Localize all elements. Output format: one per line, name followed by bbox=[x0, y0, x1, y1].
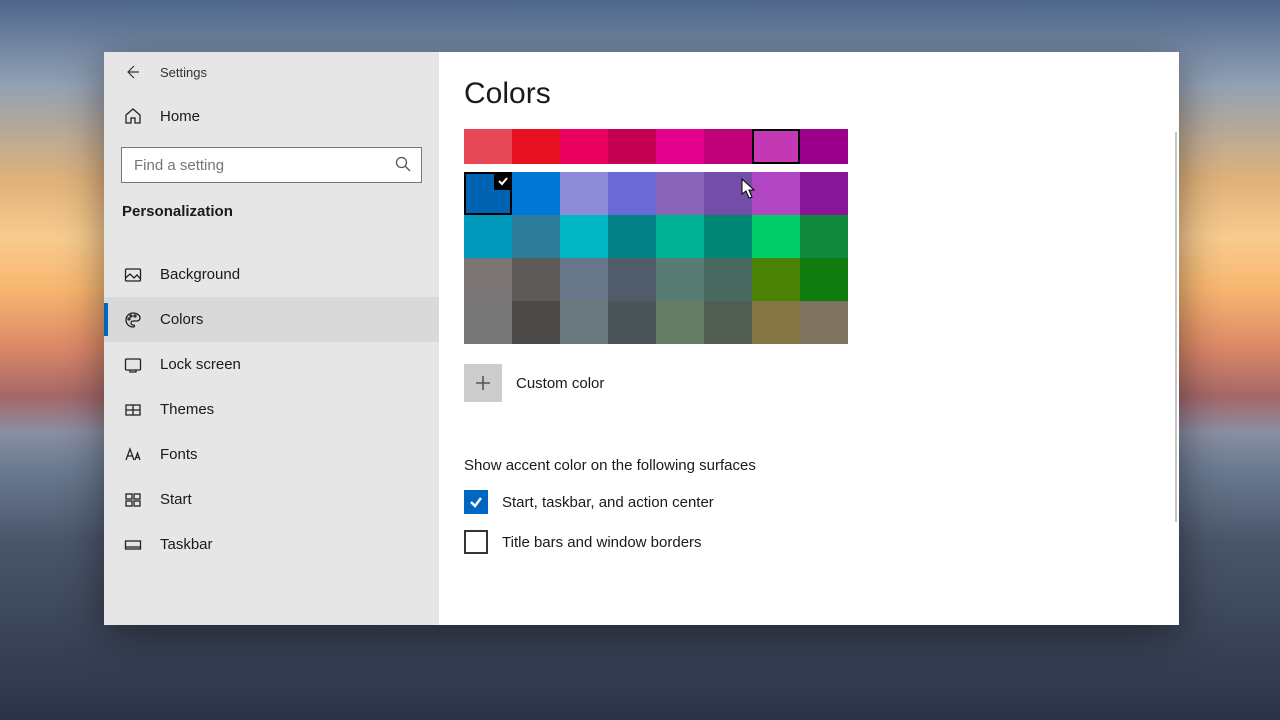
nav-label: Taskbar bbox=[160, 536, 213, 553]
checkbox-title-bars[interactable]: Title bars and window borders bbox=[464, 530, 1179, 554]
color-swatch[interactable] bbox=[800, 172, 848, 215]
color-swatch[interactable] bbox=[752, 172, 800, 215]
nav-item-fonts[interactable]: Fonts bbox=[104, 432, 439, 477]
color-swatch[interactable] bbox=[656, 258, 704, 301]
desktop-wallpaper: Settings Home Personalization Background bbox=[0, 0, 1280, 720]
page-title: Colors bbox=[464, 77, 1179, 111]
color-swatch[interactable] bbox=[704, 172, 752, 215]
lock-screen-icon bbox=[124, 356, 142, 374]
checkbox-icon bbox=[464, 530, 488, 554]
search-icon bbox=[395, 156, 411, 176]
color-swatch[interactable] bbox=[560, 301, 608, 344]
custom-color-label: Custom color bbox=[516, 375, 604, 392]
color-swatch[interactable] bbox=[800, 129, 848, 164]
palette-icon bbox=[124, 311, 142, 329]
color-swatch[interactable] bbox=[704, 301, 752, 344]
nav-label: Themes bbox=[160, 401, 214, 418]
nav-label: Start bbox=[160, 491, 192, 508]
color-swatch[interactable] bbox=[656, 172, 704, 215]
nav-label: Lock screen bbox=[160, 356, 241, 373]
picture-icon bbox=[124, 266, 142, 284]
color-swatch[interactable] bbox=[560, 172, 608, 215]
nav-item-lock-screen[interactable]: Lock screen bbox=[104, 342, 439, 387]
sidebar: Settings Home Personalization Background bbox=[104, 52, 439, 625]
nav-label: Background bbox=[160, 266, 240, 283]
color-swatch[interactable] bbox=[704, 215, 752, 258]
back-button[interactable] bbox=[124, 52, 160, 92]
fonts-icon bbox=[124, 446, 142, 464]
custom-color-row[interactable]: Custom color bbox=[464, 364, 1179, 402]
color-swatch[interactable] bbox=[800, 258, 848, 301]
themes-icon bbox=[124, 401, 142, 419]
color-swatch[interactable] bbox=[512, 129, 560, 164]
nav-item-taskbar[interactable]: Taskbar bbox=[104, 522, 439, 567]
color-swatch[interactable] bbox=[608, 301, 656, 344]
color-swatch[interactable] bbox=[608, 172, 656, 215]
nav-label: Colors bbox=[160, 311, 203, 328]
color-swatch[interactable] bbox=[800, 301, 848, 344]
nav-item-colors[interactable]: Colors bbox=[104, 297, 439, 342]
color-swatch[interactable] bbox=[752, 258, 800, 301]
color-swatch[interactable] bbox=[512, 215, 560, 258]
category-label: Personalization bbox=[104, 183, 439, 224]
color-swatch[interactable] bbox=[464, 172, 512, 215]
color-swatch[interactable] bbox=[608, 129, 656, 164]
home-link[interactable]: Home bbox=[104, 92, 439, 140]
settings-window: Settings Home Personalization Background bbox=[104, 52, 1179, 625]
color-swatch[interactable] bbox=[704, 258, 752, 301]
color-swatch[interactable] bbox=[656, 129, 704, 164]
color-swatch[interactable] bbox=[464, 301, 512, 344]
nav-item-themes[interactable]: Themes bbox=[104, 387, 439, 432]
home-label: Home bbox=[160, 108, 200, 125]
color-swatch[interactable] bbox=[464, 215, 512, 258]
color-swatch[interactable] bbox=[512, 172, 560, 215]
nav-label: Fonts bbox=[160, 446, 198, 463]
color-swatch[interactable] bbox=[608, 215, 656, 258]
nav-item-start[interactable]: Start bbox=[104, 477, 439, 522]
title-bar: Settings bbox=[104, 52, 439, 92]
custom-color-button[interactable] bbox=[464, 364, 502, 402]
color-swatch[interactable] bbox=[512, 301, 560, 344]
scrollbar[interactable] bbox=[1175, 132, 1177, 522]
start-icon bbox=[124, 491, 142, 509]
nav-list: Background Colors Lock screen Themes Fon… bbox=[104, 252, 439, 567]
color-swatch[interactable] bbox=[752, 129, 800, 164]
color-swatch[interactable] bbox=[512, 258, 560, 301]
color-swatch[interactable] bbox=[560, 258, 608, 301]
nav-item-background[interactable]: Background bbox=[104, 252, 439, 297]
color-swatch[interactable] bbox=[608, 258, 656, 301]
taskbar-icon bbox=[124, 536, 142, 554]
color-swatch[interactable] bbox=[704, 129, 752, 164]
color-swatch[interactable] bbox=[656, 301, 704, 344]
search-box[interactable] bbox=[121, 147, 422, 183]
color-swatch[interactable] bbox=[752, 301, 800, 344]
checkbox-label: Start, taskbar, and action center bbox=[502, 494, 714, 511]
checkbox-label: Title bars and window borders bbox=[502, 534, 702, 551]
color-swatch[interactable] bbox=[464, 129, 512, 164]
color-swatch[interactable] bbox=[464, 258, 512, 301]
color-swatch[interactable] bbox=[752, 215, 800, 258]
color-swatch[interactable] bbox=[656, 215, 704, 258]
checkbox-start-taskbar[interactable]: Start, taskbar, and action center bbox=[464, 490, 1179, 514]
color-swatch[interactable] bbox=[560, 129, 608, 164]
surfaces-label: Show accent color on the following surfa… bbox=[464, 457, 1179, 474]
window-title: Settings bbox=[160, 65, 207, 80]
search-input[interactable] bbox=[132, 156, 411, 175]
checkbox-icon bbox=[464, 490, 488, 514]
color-palette bbox=[464, 129, 1179, 344]
color-swatch[interactable] bbox=[560, 215, 608, 258]
color-swatch[interactable] bbox=[800, 215, 848, 258]
content-pane: Colors Custom color Show accent color on… bbox=[439, 52, 1179, 625]
home-icon bbox=[124, 107, 142, 125]
